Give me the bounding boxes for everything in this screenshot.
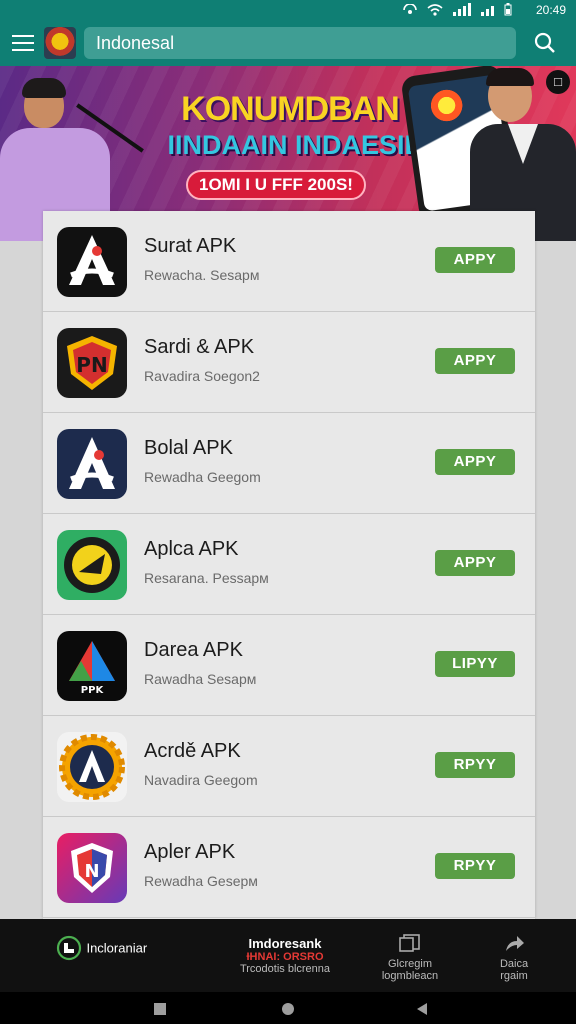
nav-sub: Trcodotis blcrenna	[239, 963, 331, 975]
list-item[interactable]: Surat APK Rewacha. Sesapм APPY	[43, 211, 535, 312]
app-subtitle: Ravadira Soegon2	[144, 368, 260, 384]
nav-item-home[interactable]: Incloraniar	[56, 919, 176, 992]
system-nav	[0, 992, 576, 1024]
svg-text:PPK: PPK	[81, 685, 105, 696]
back-icon[interactable]	[416, 1002, 428, 1020]
nav-item-share[interactable]: Daica rgaim	[484, 919, 544, 992]
nav-item-featured[interactable]: Imdoresank ƗHNAI: ORSRO Trcodotis blcren…	[220, 919, 350, 992]
app-subtitle: Rewadha Geegom	[144, 469, 261, 485]
home-button-icon[interactable]	[282, 1002, 294, 1020]
wifi-icon	[427, 4, 443, 16]
svg-text:N: N	[84, 861, 99, 882]
app-subtitle: Resarana. Pessapм	[144, 570, 269, 586]
banner-subline: IINDAAIN INDAESIE	[167, 130, 423, 160]
book-icon[interactable]: □	[546, 70, 570, 94]
search-icon[interactable]	[534, 32, 556, 54]
banner-pill[interactable]: 1OMI I U FFF 200S!	[186, 170, 366, 200]
app-name: Surat APK	[144, 235, 237, 257]
signal-icon	[453, 3, 471, 16]
nav-label: Imdoresank	[248, 936, 322, 951]
app-a-icon	[57, 429, 127, 499]
apply-button[interactable]: APPY	[435, 550, 515, 576]
app-name: Acrdě APK	[144, 740, 241, 762]
share-icon	[506, 936, 524, 951]
status-bar: 20:49	[0, 0, 576, 20]
nav-label: Daica	[499, 958, 529, 970]
svg-text:PN: PN	[76, 353, 107, 377]
banner-headline: KONUMDBAN	[181, 90, 400, 128]
search-input[interactable]: Indonesal	[84, 27, 516, 59]
apply-button[interactable]: RPYY	[435, 752, 515, 778]
nav-sub: logmbleacn	[381, 970, 439, 982]
home-icon	[56, 935, 82, 961]
shield-icon: PN	[57, 328, 127, 398]
nav-sub: rgaim	[500, 970, 528, 982]
app-subtitle: Rewacha. Sesapм	[144, 267, 260, 283]
nav-sub: ƗHNAI: ORSRO	[246, 951, 324, 963]
apply-button[interactable]: APPY	[435, 449, 515, 475]
shield-icon: N	[57, 833, 127, 903]
app-a-icon	[57, 227, 127, 297]
app-name: Aplca APK	[144, 538, 239, 560]
apply-button[interactable]: RPYY	[435, 853, 515, 879]
bottom-nav: Incloraniar Imdoresank ƗHNAI: ORSRO Trco…	[0, 919, 576, 992]
search-input-value: Indonesal	[96, 33, 175, 53]
list-item[interactable]: Bolal APK Rewadha Geegom APPY	[43, 413, 535, 514]
vpn-icon	[403, 4, 417, 14]
nav-label: Incloraniar	[86, 940, 148, 956]
signal-icon-2	[481, 6, 494, 16]
nav-item-library[interactable]: Glcregim logmbleacn	[370, 919, 450, 992]
copy-icon	[399, 934, 420, 952]
recents-icon[interactable]	[154, 1002, 166, 1020]
list-item[interactable]: PPK Darea APK Rawadha Sesapм LIPYY	[43, 615, 535, 716]
badge-icon	[57, 530, 127, 600]
list-item[interactable]: N Apler APK Rewadha Gesepм RPYY	[43, 817, 535, 918]
status-time: 20:49	[535, 3, 566, 17]
app-name: Sardi & APK	[144, 336, 255, 358]
nav-label: Glcregim	[387, 958, 432, 970]
app-name: Darea APK	[144, 639, 243, 661]
app-name: Apler APK	[144, 841, 236, 863]
list-item[interactable]: PN Sardi & APK Ravadira Soegon2 APPY	[43, 312, 535, 413]
status-icons	[403, 3, 512, 16]
app-bar: Indonesal	[0, 20, 576, 66]
app-subtitle: Navadira Geegom	[144, 772, 258, 788]
apply-button[interactable]: LIPYY	[435, 651, 515, 677]
menu-icon[interactable]	[12, 35, 34, 51]
battery-icon	[504, 3, 512, 16]
app-list: Surat APK Rewacha. Sesapм APPY PN Sardi …	[43, 211, 535, 919]
app-logo	[44, 27, 76, 59]
list-item[interactable]: Acrdě APK Navadira Geegom RPYY	[43, 716, 535, 817]
gear-icon	[57, 732, 127, 802]
apply-button[interactable]: APPY	[435, 247, 515, 273]
app-subtitle: Rawadha Sesapм	[144, 671, 257, 687]
prism-icon: PPK	[57, 631, 127, 701]
apply-button[interactable]: APPY	[435, 348, 515, 374]
app-name: Bolal APK	[144, 437, 233, 459]
app-subtitle: Rewadha Gesepм	[144, 873, 258, 889]
list-item[interactable]: Aplca APK Resarana. Pessapм APPY	[43, 514, 535, 615]
